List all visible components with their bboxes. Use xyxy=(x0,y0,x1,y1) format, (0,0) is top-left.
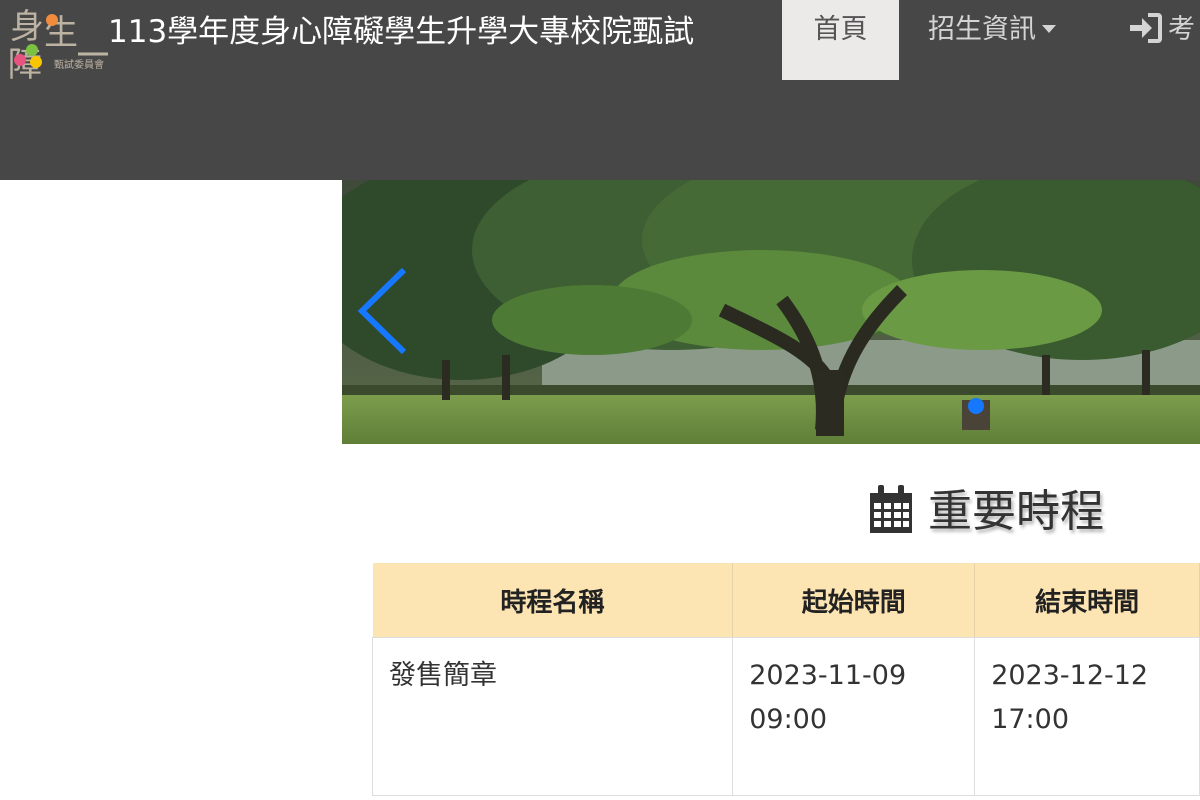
logo-caption: 甄試委員會 xyxy=(54,60,104,71)
column-header-start: 起始時間 xyxy=(732,563,976,638)
end-date-text: 2023-12-12 xyxy=(991,660,1149,691)
svg-text:身: 身 xyxy=(10,7,44,47)
cell-schedule-name: 發售簡章 xyxy=(371,637,734,796)
top-navbar: 身 生 障 甄試委員會 113學年度身心障礙學生升學大專校院甄試 首頁 招生資訊… xyxy=(0,0,1200,180)
sign-in-icon xyxy=(1130,12,1162,43)
end-time-text: 17:00 xyxy=(991,704,1070,735)
campus-tree-photo xyxy=(342,180,1200,444)
section-title: 重要時程 xyxy=(928,486,1104,537)
nav-admission-info-dropdown[interactable]: 招生資訊 xyxy=(928,0,1056,80)
section-heading-schedule: 重要時程 xyxy=(868,478,1104,546)
table-header-row: 時程名稱 起始時間 結束時間 xyxy=(372,563,1200,638)
site-logo[interactable]: 身 生 障 甄試委員會 xyxy=(6,4,110,85)
calendar-icon xyxy=(870,485,912,533)
column-header-name: 時程名稱 xyxy=(372,563,734,638)
nav-home-label: 首頁 xyxy=(813,14,868,45)
banner-carousel xyxy=(342,180,1200,444)
cell-end-time: 2023-12-12 17:00 xyxy=(974,637,1200,796)
cell-start-time: 2023-11-09 09:00 xyxy=(732,637,976,796)
schedule-table: 時程名稱 起始時間 結束時間 發售簡章 2023-11-09 09:00 202… xyxy=(371,563,1200,796)
caret-down-icon xyxy=(1042,24,1056,33)
nav-home-tab[interactable]: 首頁 xyxy=(782,0,899,80)
carousel-prev-arrow-icon[interactable] xyxy=(356,266,406,356)
nav-exam-login-label: 考 xyxy=(1168,14,1195,45)
carousel-indicator-dot[interactable] xyxy=(968,398,984,414)
nav-exam-login[interactable]: 考 xyxy=(1128,0,1195,80)
start-date-text: 2023-11-09 xyxy=(749,660,907,691)
site-title[interactable]: 113學年度身心障礙學生升學大專校院甄試 xyxy=(108,10,694,54)
schedule-name-text: 發售簡章 xyxy=(389,660,497,691)
column-header-end: 結束時間 xyxy=(974,563,1200,638)
start-time-text: 09:00 xyxy=(749,704,828,735)
table-row: 發售簡章 2023-11-09 09:00 2023-12-12 17:00 xyxy=(371,637,1200,796)
nav-admission-info-label: 招生資訊 xyxy=(928,14,1036,45)
